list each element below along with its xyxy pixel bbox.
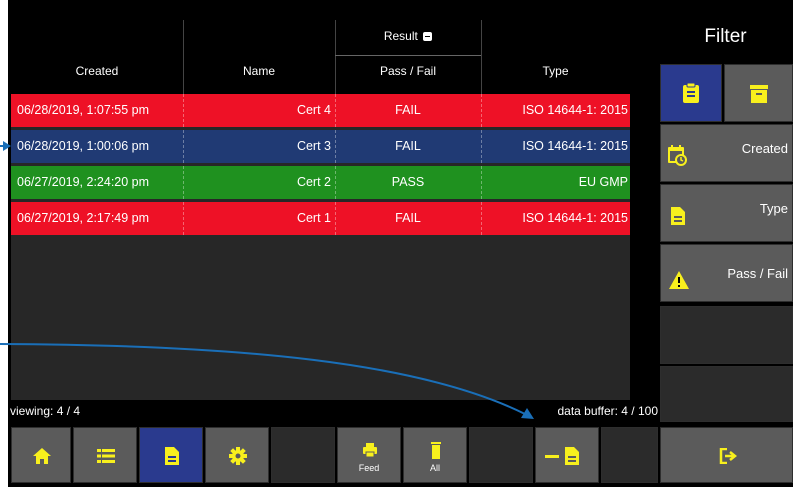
home-icon [33,448,51,464]
empty-slot [469,427,533,483]
table-row[interactable]: 06/27/2019, 2:17:49 pm Cert 1 FAIL ISO 1… [11,202,630,235]
archive-icon [750,85,768,103]
cell-created: 06/27/2019, 2:24:20 pm [17,175,150,189]
logout-icon [719,448,737,464]
document-icon [671,207,685,225]
cell-result: FAIL [395,103,421,117]
filter-tab-report[interactable] [660,64,722,122]
warning-icon [669,271,689,289]
cell-result: PASS [391,175,425,189]
minus-icon [545,455,559,458]
status-bar: viewing: 4 / 4 data buffer: 4 / 100 [8,401,658,421]
cell-created: 06/28/2019, 1:07:55 pm [17,103,150,117]
filter-type-label: Type [759,201,788,216]
remove-report-button[interactable] [535,427,599,483]
table-row[interactable]: 06/27/2019, 2:24:20 pm Cert 2 PASS EU GM… [11,166,630,199]
reports-button[interactable] [139,427,203,483]
filter-type-button[interactable]: Type [660,184,793,242]
empty-slot [271,427,335,483]
filter-title: Filter [704,26,747,47]
logout-button[interactable] [660,427,793,483]
list-button[interactable] [73,427,137,483]
cell-name: Cert 2 [296,175,331,189]
feed-button[interactable]: Feed [337,427,401,483]
filter-created-label: Created [741,141,788,156]
all-label: All [429,463,440,473]
delete-all-button[interactable]: All [403,427,467,483]
document-icon [565,447,579,465]
filter-pass-fail-label: Pass / Fail [727,266,788,281]
cell-created: 06/28/2019, 1:00:06 pm [17,139,150,153]
trash-icon [431,442,441,459]
header-created[interactable]: Created [11,64,183,78]
printer-icon [363,443,377,457]
header-type[interactable]: Type [481,64,630,78]
cell-name: Cert 1 [296,211,331,225]
settings-button[interactable] [205,427,269,483]
feed-label: Feed [358,463,380,473]
filter-empty-slot [660,366,793,422]
cell-type: ISO 14644-1: 2015 [522,103,628,117]
device-screen: Result Created Name Pass / Fail Type 06/… [8,0,793,487]
data-buffer-count: data buffer: 4 / 100 [557,404,658,418]
table-header: Result Created Name Pass / Fail Type [11,20,630,94]
cell-created: 06/27/2019, 2:17:49 pm [17,211,150,225]
empty-slot [601,427,658,483]
collapse-icon [423,32,433,41]
cell-result: FAIL [395,139,421,153]
cell-result: FAIL [395,211,421,225]
cell-name: Cert 4 [296,103,331,117]
list-icon [97,449,115,463]
filter-tab-archive[interactable] [724,64,793,122]
header-name[interactable]: Name [183,64,335,78]
viewing-count: viewing: 4 / 4 [10,404,81,418]
result-header[interactable]: Result [335,29,481,43]
filter-pass-fail-button[interactable]: Pass / Fail [660,244,793,302]
table-row[interactable]: 06/28/2019, 1:00:06 pm Cert 3 FAIL ISO 1… [11,130,630,163]
home-button[interactable] [11,427,71,483]
cell-type: EU GMP [578,175,628,189]
filter-empty-slot [660,306,793,364]
cell-type: ISO 14644-1: 2015 [522,139,628,153]
gear-icon [229,447,247,465]
filter-created-button[interactable]: Created [660,124,793,182]
cell-type: ISO 14644-1: 2015 [522,211,628,225]
calendar-clock-icon [668,145,687,166]
header-pass-fail[interactable]: Pass / Fail [335,64,481,78]
table-row[interactable]: 06/28/2019, 1:07:55 pm Cert 4 FAIL ISO 1… [11,94,630,127]
cell-name: Cert 3 [296,139,331,153]
clipboard-icon [683,83,699,103]
result-label: Result [383,29,418,43]
document-icon [165,447,179,465]
